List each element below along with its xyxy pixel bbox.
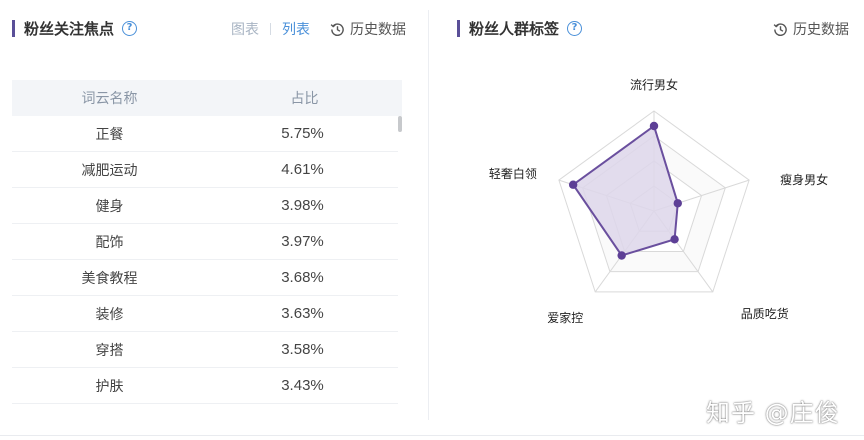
cell-word: 减肥运动 xyxy=(81,162,138,179)
help-icon[interactable]: ? xyxy=(122,20,138,36)
cell-word: 装修 xyxy=(95,306,124,323)
list-view-tab[interactable]: 列表 xyxy=(282,19,310,39)
header-ratio: 占比 xyxy=(290,91,319,107)
table-row: 减肥运动 4.61% xyxy=(12,152,398,188)
history-data-label: 历史数据 xyxy=(350,22,406,38)
radar-category-label: 品质吃货 xyxy=(741,306,789,321)
focus-table: 词云名称 占比 正餐 5.75% 减肥运动 4.61% 健身 3.98% 配饰 3.97… xyxy=(12,80,402,404)
radar-data-point xyxy=(670,235,679,244)
radar-category-label: 爱家控 xyxy=(547,310,583,325)
view-toolbar: 图表 列表 历史数据 xyxy=(231,19,406,39)
bottom-divider xyxy=(0,435,864,436)
cell-ratio: 4.61% xyxy=(281,161,324,178)
cell-word: 正餐 xyxy=(95,126,124,143)
cell-ratio: 3.68% xyxy=(281,269,324,286)
title-accent-bar xyxy=(457,19,460,37)
cell-ratio: 3.98% xyxy=(281,197,324,214)
fan-focus-panel: 粉丝关注焦点 ? 图表 列表 历史数据 词云名称 占比 正餐 5.75% 减肥运动… xyxy=(0,0,428,430)
table-row: 护肤 3.43% xyxy=(12,368,398,404)
cell-ratio: 3.43% xyxy=(281,377,324,394)
table-row: 正餐 5.75% xyxy=(12,116,398,152)
table-body[interactable]: 正餐 5.75% 减肥运动 4.61% 健身 3.98% 配饰 3.97% 美食教程 3.… xyxy=(12,116,402,404)
radar-data-point xyxy=(673,199,682,208)
table-scrollbar[interactable] xyxy=(398,116,402,404)
fan-tags-title: 粉丝人群标签 ? xyxy=(457,17,583,39)
help-icon[interactable]: ? xyxy=(567,20,583,36)
fan-focus-title-text: 粉丝关注焦点 xyxy=(24,19,115,38)
cell-word: 美食教程 xyxy=(81,270,138,287)
table-header: 词云名称 占比 xyxy=(12,80,402,116)
header-word-name: 词云名称 xyxy=(81,91,138,107)
table-row: 配饰 3.97% xyxy=(12,224,398,260)
cell-ratio: 3.97% xyxy=(281,233,324,250)
table-row: 装修 3.63% xyxy=(12,296,398,332)
table-row: 美食教程 3.68% xyxy=(12,260,398,296)
radar-category-label: 瘦身男女 xyxy=(780,172,828,187)
tags-toolbar: 历史数据 xyxy=(773,19,849,39)
panel-divider xyxy=(428,10,429,420)
radar-data-point xyxy=(649,121,659,131)
cell-word: 健身 xyxy=(95,198,124,215)
radar-category-label: 轻奢白领 xyxy=(489,166,537,181)
fan-tags-title-text: 粉丝人群标签 xyxy=(469,19,560,38)
cell-ratio: 5.75% xyxy=(281,125,324,142)
scrollbar-thumb[interactable] xyxy=(398,116,402,132)
cell-ratio: 3.63% xyxy=(281,305,324,322)
fan-tags-panel: 粉丝人群标签 ? 历史数据 流行男女瘦身男女品质吃货 爱家控 轻奢白领 xyxy=(440,0,864,430)
history-data-button[interactable]: 历史数据 xyxy=(330,19,406,39)
cell-ratio: 3.58% xyxy=(281,341,324,358)
history-clock-icon xyxy=(330,22,344,36)
history-data-label: 历史数据 xyxy=(793,22,849,38)
radar-category-label: 流行男女 xyxy=(630,77,678,92)
toolbar-divider xyxy=(270,23,271,35)
cell-word: 配饰 xyxy=(95,234,124,251)
cell-word: 穿搭 xyxy=(95,342,124,359)
fan-focus-title: 粉丝关注焦点 ? xyxy=(12,17,138,39)
title-accent-bar xyxy=(12,19,15,37)
radar-data-point xyxy=(617,251,626,260)
radar-data-point xyxy=(568,180,578,189)
fan-tags-radar-chart: 流行男女瘦身男女品质吃货 爱家控 轻奢白领 xyxy=(489,77,828,325)
history-clock-icon xyxy=(773,22,787,36)
table-row: 健身 3.98% xyxy=(12,188,398,224)
table-row: 穿搭 3.58% xyxy=(12,332,398,368)
cell-word: 护肤 xyxy=(95,378,124,395)
chart-view-tab[interactable]: 图表 xyxy=(231,19,259,39)
watermark-text: 知乎 @庄俊 xyxy=(706,399,840,427)
history-data-button[interactable]: 历史数据 xyxy=(773,19,849,39)
